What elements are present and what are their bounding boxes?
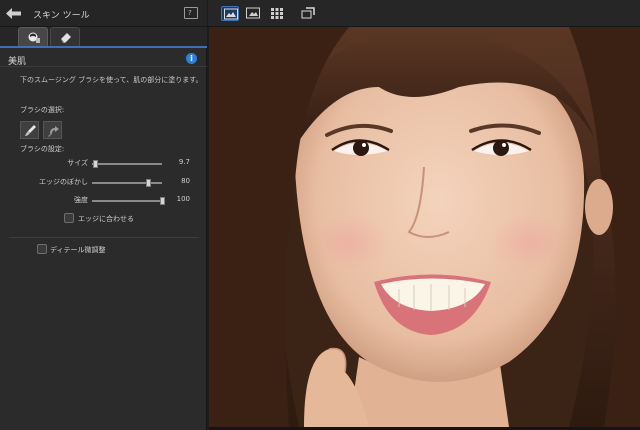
brush-settings-label: ブラシの設定:: [20, 145, 65, 153]
fit-edges-label: エッジに合わせる: [78, 215, 134, 223]
edge-feather-label: エッジのぼかし: [39, 178, 88, 186]
undo-brush-icon: [48, 126, 59, 137]
strength-slider[interactable]: [92, 197, 165, 205]
undo-brush-button[interactable]: [43, 121, 62, 139]
single-view-button[interactable]: [244, 6, 262, 21]
fit-screen-button[interactable]: [299, 6, 317, 21]
smoothing-brush-button[interactable]: [20, 121, 39, 139]
section-divider: [0, 66, 207, 67]
brush-icon: [25, 125, 36, 136]
grid-view-icon: [271, 8, 283, 19]
fit-edges-checkbox[interactable]: [64, 213, 74, 223]
size-slider[interactable]: [92, 160, 162, 168]
back-button[interactable]: [5, 6, 23, 21]
edge-feather-slider-thumb[interactable]: [146, 179, 151, 187]
fit-screen-icon: [301, 7, 315, 19]
skin-tool-window: スキン ツール ? 美肌 i 下のスムージング ブラシを使って、肌の部分に塗りま…: [0, 0, 640, 430]
settings-divider: [9, 237, 199, 238]
edge-feather-slider[interactable]: [92, 179, 162, 187]
single-view-icon: [246, 7, 260, 19]
face-brush-icon: [28, 32, 40, 43]
help-button[interactable]: ?: [184, 7, 198, 19]
tab-eraser[interactable]: [50, 27, 80, 46]
tab-skin-smoothing[interactable]: [18, 27, 48, 46]
panel-titlebar: スキン ツール ?: [0, 0, 207, 27]
strength-value: 100: [176, 195, 190, 203]
eraser-icon: [61, 33, 71, 43]
compare-split-icon: [224, 8, 238, 20]
panel-title: スキン ツール: [33, 11, 90, 21]
detail-adjust-checkbox[interactable]: [37, 244, 47, 254]
size-value: 9.7: [178, 158, 190, 166]
skin-tool-panel: スキン ツール ? 美肌 i 下のスムージング ブラシを使って、肌の部分に塗りま…: [0, 0, 207, 430]
tool-tabs: [0, 27, 207, 48]
grid-view-button[interactable]: [268, 6, 286, 21]
info-icon[interactable]: i: [186, 53, 197, 64]
help-icon: ?: [188, 9, 192, 17]
size-label: サイズ: [67, 159, 88, 167]
brush-select-label: ブラシの選択:: [20, 106, 65, 114]
view-toolbar: [208, 0, 640, 27]
portrait-image: [209, 27, 640, 427]
photo-canvas[interactable]: [209, 27, 640, 427]
description-text: 下のスムージング ブラシを使って、肌の部分に塗ります。: [20, 76, 203, 84]
back-arrow-icon: [6, 8, 21, 19]
detail-adjust-label: ディテール微調整: [50, 246, 106, 254]
strength-label: 強度: [74, 196, 88, 204]
edge-feather-value: 80: [181, 177, 190, 185]
size-slider-thumb[interactable]: [92, 160, 98, 168]
compare-view-button[interactable]: [221, 6, 239, 21]
